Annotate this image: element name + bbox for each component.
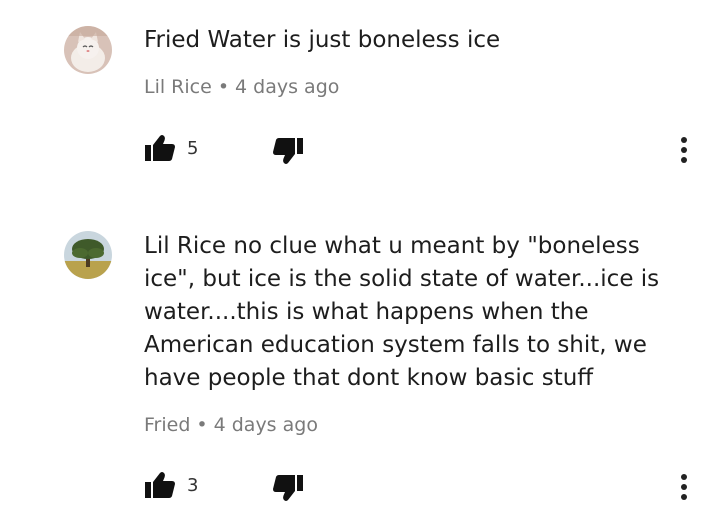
meta-separator: •	[217, 76, 230, 98]
meta-separator: •	[196, 414, 208, 436]
tree-avatar-icon[interactable]	[64, 231, 112, 279]
thumbs-up-icon	[145, 472, 175, 498]
thumbs-up-icon	[145, 135, 175, 161]
thumbs-down-icon	[273, 475, 303, 501]
comment-actions: 5	[144, 133, 704, 167]
comment-meta: Lil Rice • 4 days ago	[144, 76, 339, 98]
comment-meta: Fried • 4 days ago	[144, 414, 318, 436]
like-count: 5	[187, 138, 199, 159]
comment-actions: 3	[144, 470, 704, 504]
more-options-button[interactable]	[674, 133, 694, 167]
dislike-button[interactable]	[272, 473, 306, 507]
like-count: 3	[187, 475, 199, 496]
like-button[interactable]	[144, 470, 178, 504]
comment-author[interactable]: Lil Rice	[144, 76, 212, 98]
more-vert-icon	[681, 137, 687, 163]
comment-text: Fried Water is just boneless ice	[144, 27, 501, 53]
like-button[interactable]	[144, 133, 178, 167]
comment-time: 4 days ago	[235, 76, 340, 98]
more-options-button[interactable]	[674, 470, 694, 504]
comment-author[interactable]: Fried	[144, 414, 190, 436]
comment-time: 4 days ago	[213, 414, 318, 436]
dislike-button[interactable]	[272, 136, 306, 170]
cat-avatar-icon[interactable]	[64, 26, 112, 74]
comment-text: Lil Rice no clue what u meant by "bonele…	[144, 233, 660, 391]
more-vert-icon	[681, 474, 687, 500]
thumbs-down-icon	[273, 138, 303, 164]
